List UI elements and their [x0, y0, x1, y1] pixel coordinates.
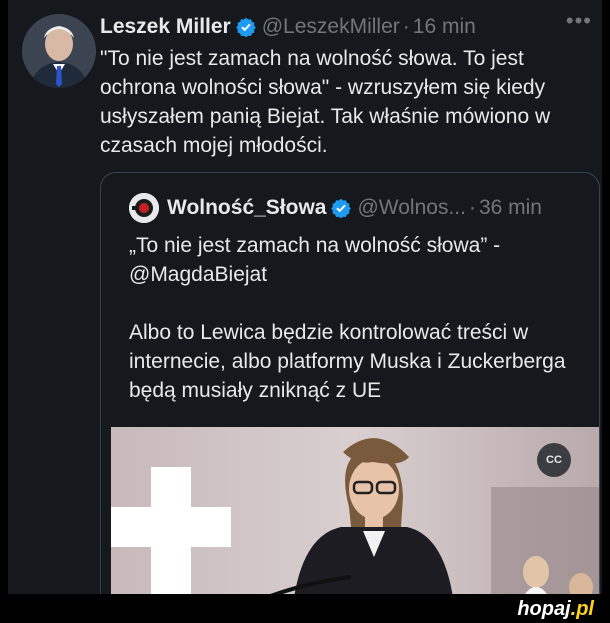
tweet-text: "To nie jest zamach na wolność słowa. To…: [100, 47, 551, 157]
quoted-tweet[interactable]: Wolność_Słowa @Wolnos... · 36 min „To ni…: [100, 172, 600, 594]
author-avatar[interactable]: [22, 14, 96, 88]
video-frame-image: [111, 427, 599, 594]
logo-main-text: hopaj: [517, 598, 571, 620]
verified-badge-icon: [235, 17, 256, 38]
quoted-tweet-video[interactable]: CC: [111, 427, 599, 594]
quoted-tweet-timestamp[interactable]: 36 min: [479, 196, 542, 220]
quoted-author-handle[interactable]: @Wolnos...: [357, 196, 465, 220]
quoted-tweet-header: Wolność_Słowa @Wolnos... · 36 min: [129, 193, 542, 223]
author-name[interactable]: Leszek Miller: [100, 15, 231, 39]
tweet-card[interactable]: Leszek Miller @LeszekMiller · 16 min •••…: [8, 0, 602, 594]
quoted-author-name[interactable]: Wolność_Słowa: [167, 196, 326, 220]
logo-tld-text: .pl: [570, 598, 594, 620]
tweet-timestamp[interactable]: 16 min: [413, 15, 476, 39]
quoted-header-separator: ·: [468, 196, 476, 219]
verified-badge-icon: [331, 198, 352, 219]
author-handle[interactable]: @LeszekMiller: [262, 15, 400, 39]
more-icon[interactable]: •••: [566, 8, 592, 34]
tweet-header: Leszek Miller @LeszekMiller · 16 min: [100, 12, 594, 42]
closed-captions-button[interactable]: CC: [537, 443, 571, 477]
header-separator: ·: [402, 15, 410, 38]
quoted-tweet-text: „To nie jest zamach na wolność słowa” - …: [129, 234, 566, 402]
quoted-author-avatar[interactable]: [129, 193, 159, 223]
site-logo: hopaj.pl: [517, 598, 594, 621]
